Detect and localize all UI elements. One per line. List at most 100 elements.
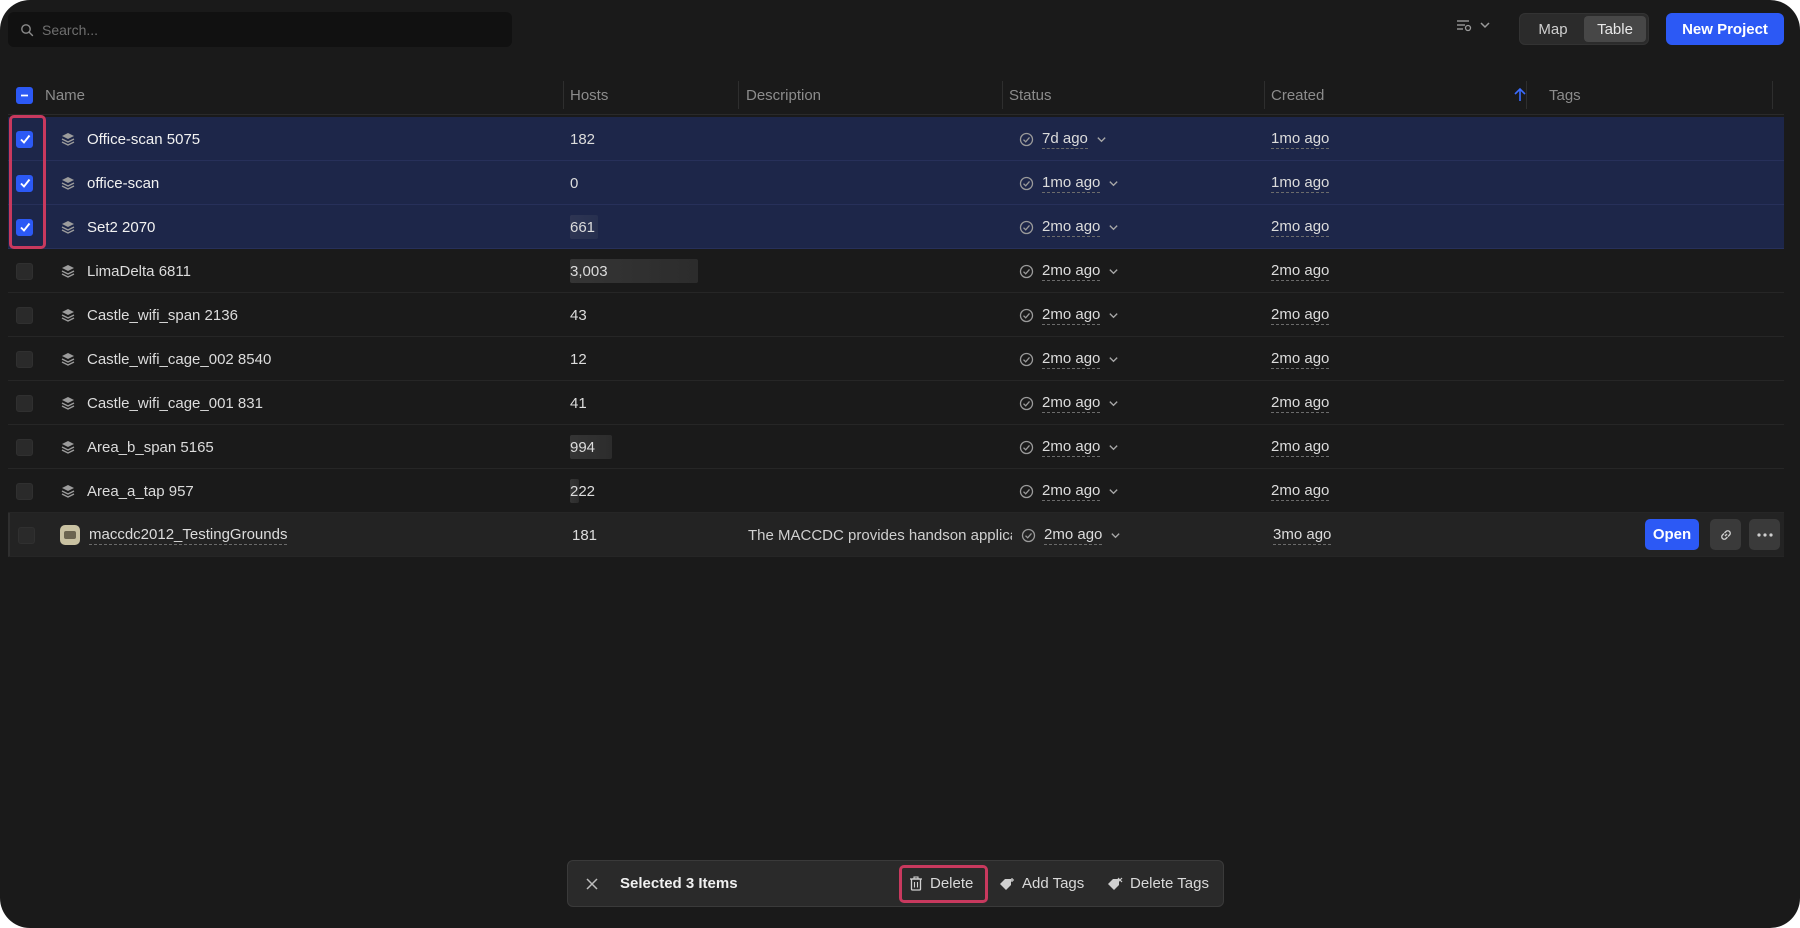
project-name[interactable]: Castle_wifi_cage_002 8540 (87, 337, 271, 381)
search-box[interactable] (8, 12, 512, 47)
row-checkbox[interactable] (16, 438, 33, 456)
column-divider[interactable] (1264, 81, 1265, 109)
project-name-text[interactable]: Set2 2070 (87, 219, 155, 236)
status-dropdown[interactable]: 7d ago (1019, 117, 1107, 161)
status-text[interactable]: 2mo ago (1042, 218, 1101, 237)
status-text[interactable]: 1mo ago (1042, 174, 1101, 193)
table-row[interactable]: Castle_wifi_cage_002 8540 12 2mo ago 2mo… (8, 337, 1784, 381)
status-dropdown[interactable]: 2mo ago (1019, 469, 1119, 513)
status-text[interactable]: 2mo ago (1042, 394, 1101, 413)
column-divider[interactable] (738, 81, 739, 109)
table-row[interactable]: Area_b_span 5165 994 2mo ago 2mo ago (8, 425, 1784, 469)
row-checkbox-cell[interactable] (16, 337, 33, 381)
project-name-text[interactable]: Castle_wifi_cage_002 8540 (87, 351, 271, 368)
project-name[interactable]: maccdc2012_TestingGrounds (89, 513, 288, 557)
column-divider[interactable] (563, 81, 564, 109)
column-header-name[interactable]: Name (45, 75, 85, 115)
delete-tags-button[interactable]: Delete Tags (1107, 861, 1209, 906)
description-text: The MACCDC provides handson applicat (748, 526, 1012, 544)
status-dropdown[interactable]: 2mo ago (1019, 205, 1119, 249)
row-checkbox[interactable] (16, 306, 33, 324)
column-header-description[interactable]: Description (746, 75, 821, 115)
status-text[interactable]: 2mo ago (1042, 438, 1101, 457)
project-name-text[interactable]: Castle_wifi_span 2136 (87, 307, 238, 324)
column-divider[interactable] (1526, 81, 1527, 109)
row-checkbox-cell[interactable] (16, 249, 33, 293)
row-checkbox-cell[interactable] (18, 513, 35, 557)
table-row[interactable]: Area_a_tap 957 222 2mo ago 2mo ago (8, 469, 1784, 513)
view-options-menu[interactable] (1455, 18, 1491, 32)
table-view-button[interactable]: Table (1584, 16, 1646, 42)
project-name[interactable]: Set2 2070 (87, 205, 155, 249)
status-dropdown[interactable]: 2mo ago (1021, 513, 1121, 557)
table-row[interactable]: LimaDelta 6811 3,003 2mo ago 2mo ago (8, 249, 1784, 293)
project-thumbnail-icon-wrap (58, 513, 82, 557)
status-dropdown[interactable]: 2mo ago (1019, 381, 1119, 425)
status-text[interactable]: 7d ago (1042, 130, 1088, 149)
hosts-cell: 661 (570, 205, 738, 249)
open-button[interactable]: Open (1645, 519, 1699, 550)
check-circle-icon (1019, 308, 1034, 322)
chevron-down-icon (1111, 532, 1121, 538)
table-row[interactable]: Office-scan 5075 182 7d ago 1mo ago (8, 117, 1784, 161)
table-row[interactable]: Castle_wifi_cage_001 831 41 2mo ago 2mo … (8, 381, 1784, 425)
add-tags-button[interactable]: Add Tags (999, 861, 1084, 906)
table-row[interactable]: maccdc2012_TestingGrounds 181 The MACCDC… (8, 513, 1784, 557)
project-name-text[interactable]: LimaDelta 6811 (87, 263, 191, 280)
project-name[interactable]: Area_b_span 5165 (87, 425, 214, 469)
project-name-text[interactable]: maccdc2012_TestingGrounds (89, 526, 288, 545)
row-checkbox-cell[interactable] (16, 381, 33, 425)
project-name[interactable]: LimaDelta 6811 (87, 249, 191, 293)
project-name-text[interactable]: Area_a_tap 957 (87, 483, 194, 500)
hosts-count: 43 (570, 306, 587, 324)
status-text[interactable]: 2mo ago (1042, 482, 1101, 501)
project-name-text[interactable]: office-scan (87, 175, 159, 192)
sort-ascending-icon[interactable] (1513, 75, 1527, 115)
table-row[interactable]: office-scan 0 1mo ago 1mo ago (8, 161, 1784, 205)
select-all-checkbox[interactable] (16, 86, 33, 104)
row-checkbox[interactable] (18, 526, 35, 544)
project-name[interactable]: Office-scan 5075 (87, 117, 200, 161)
row-checkbox[interactable] (16, 482, 33, 500)
table-row[interactable]: Castle_wifi_span 2136 43 2mo ago 2mo ago (8, 293, 1784, 337)
project-name-text[interactable]: Castle_wifi_cage_001 831 (87, 395, 263, 412)
status-dropdown[interactable]: 2mo ago (1019, 293, 1119, 337)
row-checkbox-cell[interactable] (16, 469, 33, 513)
row-checkbox[interactable] (16, 262, 33, 280)
clear-selection-button[interactable] (585, 861, 599, 906)
table-row[interactable]: Set2 2070 661 2mo ago 2mo ago (8, 205, 1784, 249)
column-divider[interactable] (1772, 81, 1773, 109)
status-text[interactable]: 2mo ago (1042, 306, 1101, 325)
status-dropdown[interactable]: 2mo ago (1019, 249, 1119, 293)
status-dropdown[interactable]: 2mo ago (1019, 337, 1119, 381)
project-name[interactable]: Castle_wifi_span 2136 (87, 293, 238, 337)
column-header-hosts[interactable]: Hosts (570, 75, 608, 115)
project-name[interactable]: Area_a_tap 957 (87, 469, 194, 513)
row-checkbox[interactable] (16, 394, 33, 412)
status-text[interactable]: 2mo ago (1042, 262, 1101, 281)
new-project-button[interactable]: New Project (1666, 13, 1784, 45)
search-input[interactable] (42, 21, 482, 38)
column-header-status[interactable]: Status (1009, 75, 1052, 115)
select-all-checkbox-cell[interactable] (16, 75, 33, 115)
project-name[interactable]: Castle_wifi_cage_001 831 (87, 381, 263, 425)
project-name[interactable]: office-scan (87, 161, 159, 205)
check-circle-icon (1019, 132, 1034, 146)
project-name-text[interactable]: Area_b_span 5165 (87, 439, 214, 456)
row-checkbox-cell[interactable] (16, 293, 33, 337)
copy-link-button[interactable] (1710, 519, 1741, 550)
column-header-tags[interactable]: Tags (1549, 75, 1581, 115)
status-dropdown[interactable]: 1mo ago (1019, 161, 1119, 205)
map-view-button[interactable]: Map (1522, 16, 1584, 42)
status-text[interactable]: 2mo ago (1044, 526, 1103, 545)
created-cell: 1mo ago (1271, 161, 1330, 205)
column-header-created[interactable]: Created (1271, 75, 1324, 115)
project-name-text[interactable]: Office-scan 5075 (87, 131, 200, 148)
status-text[interactable]: 2mo ago (1042, 350, 1101, 369)
row-checkbox[interactable] (16, 350, 33, 368)
row-checkbox-cell[interactable] (16, 425, 33, 469)
status-dropdown[interactable]: 2mo ago (1019, 425, 1119, 469)
column-divider[interactable] (1002, 81, 1003, 109)
check-circle-icon (1019, 352, 1034, 366)
more-actions-button[interactable] (1749, 519, 1780, 550)
